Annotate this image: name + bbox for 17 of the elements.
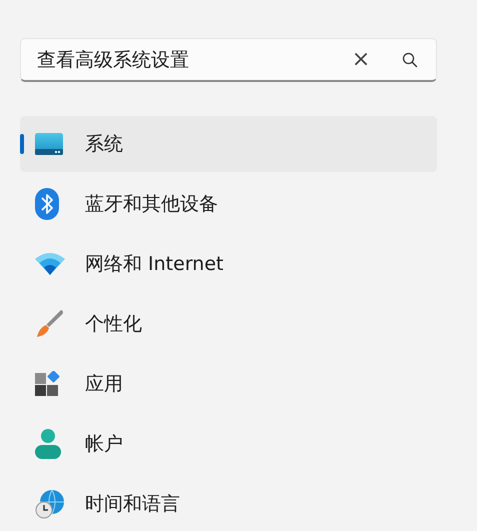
search-field[interactable]: 查看高级系统设置 ×	[20, 38, 437, 82]
apps-icon	[35, 371, 61, 397]
monitor-icon	[35, 133, 63, 155]
nav-item[interactable]: 系统	[20, 116, 437, 172]
wifi-icon	[35, 253, 65, 275]
person-icon	[35, 429, 61, 459]
nav-item[interactable]: 蓝牙和其他设备	[20, 176, 437, 232]
nav-item[interactable]: 网络和 Internet	[20, 236, 437, 292]
bluetooth-icon	[35, 188, 59, 220]
nav-item[interactable]: 时间和语言	[20, 476, 437, 531]
nav-item[interactable]: 应用	[20, 356, 437, 412]
search-icon[interactable]	[402, 52, 418, 68]
globe-clock-icon	[35, 489, 65, 519]
paintbrush-icon	[35, 309, 65, 339]
clear-button[interactable]: ×	[350, 48, 372, 70]
nav-item[interactable]: 个性化	[20, 296, 437, 352]
nav-item[interactable]: 帐户	[20, 416, 437, 472]
